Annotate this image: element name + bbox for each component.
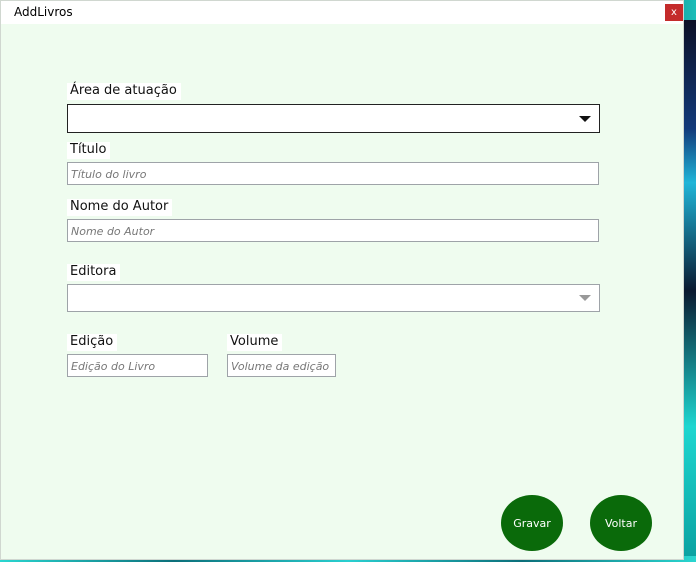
autor-label: Nome do Autor xyxy=(67,199,173,216)
editora-label: Editora xyxy=(67,264,121,281)
edicao-field[interactable] xyxy=(67,354,208,377)
voltar-button[interactable]: Voltar xyxy=(590,495,652,551)
window-title: AddLivros xyxy=(14,5,73,19)
gravar-button[interactable]: Gravar xyxy=(501,495,563,551)
titulo-label: Título xyxy=(67,142,111,159)
titulo-field[interactable] xyxy=(67,162,599,185)
edicao-label: Edição xyxy=(67,334,118,351)
editora-combobox[interactable] xyxy=(67,284,600,312)
autor-input[interactable] xyxy=(68,221,598,242)
title-bar[interactable]: AddLivros x xyxy=(1,1,683,24)
volume-label: Volume xyxy=(227,334,283,351)
addlivros-window: AddLivros x Área de atuação Título Nome … xyxy=(0,0,684,560)
titulo-input[interactable] xyxy=(68,164,598,185)
volume-field[interactable] xyxy=(227,354,336,377)
area-label: Área de atuação xyxy=(67,83,181,100)
chevron-down-icon[interactable] xyxy=(579,115,591,122)
autor-field[interactable] xyxy=(67,219,599,242)
volume-input[interactable] xyxy=(228,356,335,377)
chevron-down-icon[interactable] xyxy=(579,295,591,301)
edicao-input[interactable] xyxy=(68,356,207,377)
close-button[interactable]: x xyxy=(665,4,683,21)
area-combobox[interactable] xyxy=(67,104,600,133)
